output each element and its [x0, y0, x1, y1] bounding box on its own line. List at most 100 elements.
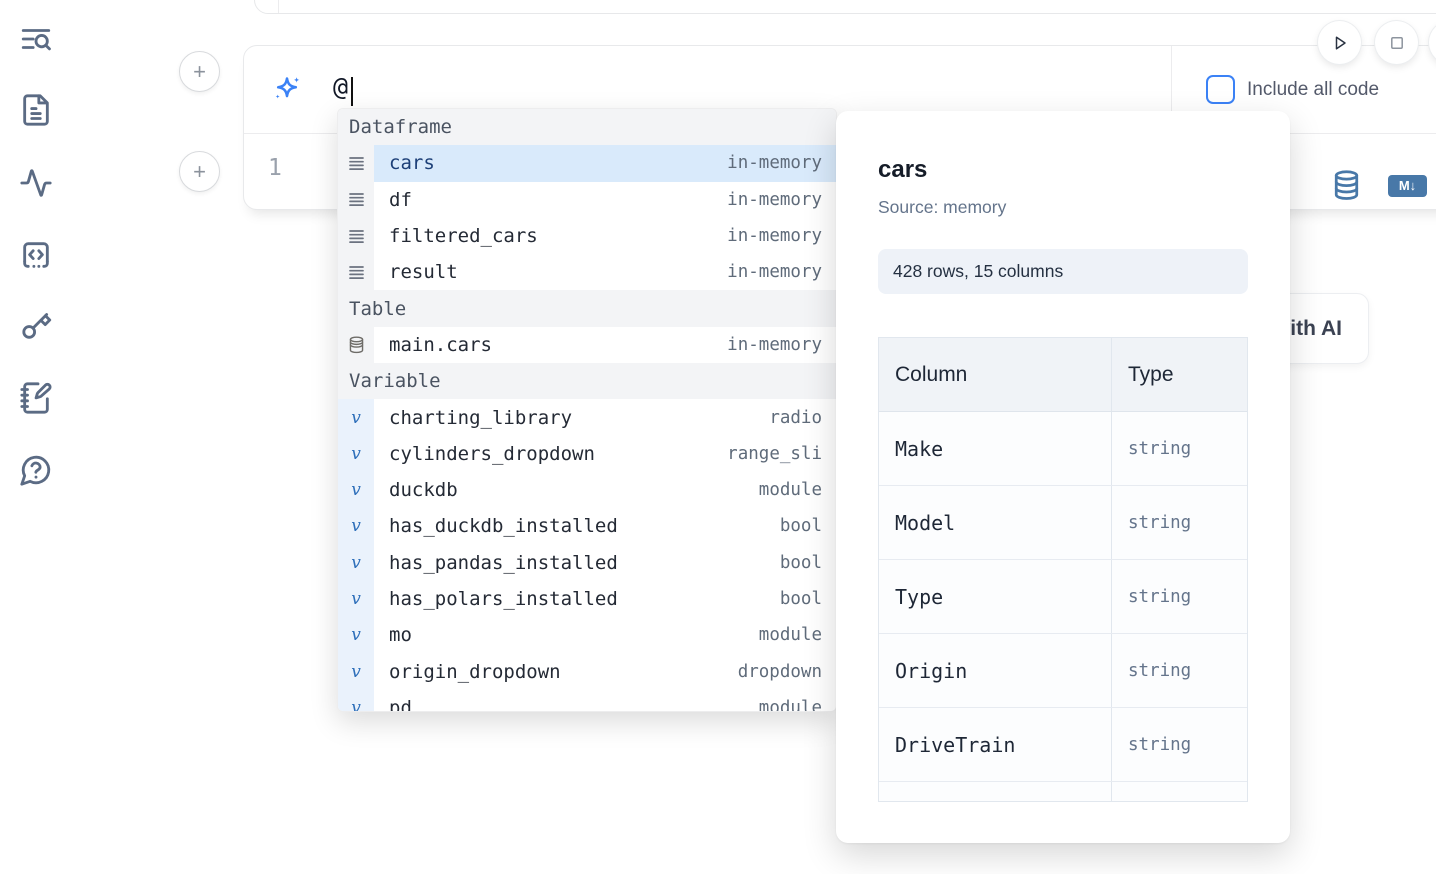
schema-header-column: Column — [879, 338, 1112, 411]
text-cursor — [351, 77, 353, 106]
item-detail: radio — [769, 408, 822, 428]
variable-icon: v — [338, 653, 374, 689]
autocomplete-section-dataframe: Dataframe — [338, 109, 836, 145]
autocomplete-item-has_pandas_installed[interactable]: vhas_pandas_installedbool — [338, 545, 836, 581]
item-detail: in-memory — [727, 153, 822, 173]
dataframe-icon — [338, 218, 374, 254]
item-detail: in-memory — [727, 190, 822, 210]
autocomplete-item-df[interactable]: dfin-memory — [338, 182, 836, 218]
preview-shape-badge: 428 rows, 15 columns — [878, 249, 1248, 294]
item-detail: range_sli — [727, 444, 822, 464]
variable-icon: v — [338, 436, 374, 472]
activity-icon[interactable] — [19, 166, 53, 200]
variable-icon: v — [338, 581, 374, 617]
variable-icon: v — [338, 690, 374, 712]
autocomplete-item-charting_library[interactable]: v charting_libraryradio — [338, 399, 836, 435]
item-name: main.cars — [389, 334, 727, 356]
table-icon — [338, 327, 374, 363]
file-text-icon[interactable] — [19, 93, 53, 127]
markdown-icon[interactable]: M↓ — [1388, 175, 1427, 197]
variable-icon: v — [338, 399, 374, 435]
preview-title: cars — [878, 156, 1248, 184]
item-name: cars — [389, 152, 727, 174]
autocomplete-item-pd[interactable]: vpdmodule — [338, 690, 836, 712]
item-name: cylinders_dropdown — [389, 443, 727, 465]
code-line-number: 1 — [268, 155, 282, 181]
preview-schema-table: ColumnTypeMakestringModelstringTypestrin… — [878, 337, 1248, 802]
dataframe-icon — [338, 254, 374, 290]
left-sidebar — [0, 0, 72, 874]
variable-icon: v — [338, 472, 374, 508]
toc-search-icon[interactable] — [19, 22, 53, 56]
schema-header-type: Type — [1112, 338, 1247, 411]
autocomplete-section-variable: Variable — [338, 363, 836, 399]
autocomplete-item-filtered_cars[interactable]: filtered_carsin-memory — [338, 218, 836, 254]
item-detail: bool — [780, 589, 822, 609]
key-icon[interactable] — [19, 309, 53, 343]
notebook-pen-icon[interactable] — [19, 381, 53, 415]
column-name: Make — [895, 437, 943, 461]
column-type: string — [1128, 735, 1191, 755]
column-name: Model — [895, 511, 955, 535]
column-name: DriveTrain — [895, 733, 1015, 757]
autocomplete-item-cylinders_dropdown[interactable]: v cylinders_dropdownrange_sli — [338, 436, 836, 472]
column-type: string — [1128, 513, 1191, 533]
autocomplete-item-mo[interactable]: vmomodule — [338, 617, 836, 653]
dataframe-icon — [338, 145, 374, 181]
item-name: has_duckdb_installed — [389, 515, 780, 537]
item-detail: dropdown — [738, 662, 822, 682]
column-name: Origin — [895, 659, 967, 683]
schema-row-drivetrain: DriveTrain string — [879, 708, 1247, 782]
dataframe-preview-panel: cars Source: memory 428 rows, 15 columns… — [836, 111, 1290, 843]
item-name: origin_dropdown — [389, 661, 738, 683]
include-all-code-label: Include all code — [1247, 79, 1379, 101]
help-chat-icon[interactable] — [19, 453, 53, 487]
dataframe-icon — [338, 182, 374, 218]
column-type: string — [1128, 587, 1191, 607]
schema-row-type: Type string — [879, 560, 1247, 634]
stop-icon — [1387, 33, 1407, 53]
item-detail: module — [759, 698, 822, 712]
item-detail: in-memory — [727, 226, 822, 246]
schema-row-make: Make string — [879, 412, 1247, 486]
add-cell-button-top[interactable]: + — [179, 51, 220, 92]
variable-icon: v — [338, 545, 374, 581]
stop-button[interactable] — [1375, 21, 1418, 64]
item-detail: in-memory — [727, 262, 822, 282]
variable-icon: v — [338, 617, 374, 653]
database-icon[interactable] — [1332, 170, 1361, 201]
autocomplete-item-duckdb[interactable]: vduckdbmodule — [338, 472, 836, 508]
autocomplete-item-result[interactable]: resultin-memory — [338, 254, 836, 290]
item-name: result — [389, 261, 727, 283]
column-type: string — [1128, 661, 1191, 681]
item-detail: bool — [780, 516, 822, 536]
add-cell-button-bottom[interactable]: + — [179, 151, 220, 192]
item-name: charting_library — [389, 407, 769, 429]
item-name: has_polars_installed — [389, 588, 780, 610]
run-cell-button[interactable] — [1318, 21, 1361, 64]
schema-row-partial — [879, 782, 1247, 802]
schema-header-row: ColumnType — [879, 338, 1247, 412]
cell-gutter-divider — [278, 0, 279, 13]
autocomplete-item-origin_dropdown[interactable]: v origin_dropdowndropdown — [338, 653, 836, 689]
item-name: pd — [389, 697, 759, 712]
autocomplete-item-main.cars[interactable]: main.carsin-memory — [338, 327, 836, 363]
autocomplete-dropdown: Dataframecarsin-memorydfin-memoryfiltere… — [337, 108, 837, 712]
previous-cell-edge — [254, 0, 1436, 14]
column-name: Type — [895, 585, 943, 609]
ai-prompt-input[interactable]: @ — [333, 72, 348, 101]
preview-source: Source: memory — [878, 197, 1248, 218]
include-all-code-toggle[interactable]: Include all code — [1206, 75, 1379, 104]
autocomplete-item-cars[interactable]: carsin-memory — [338, 145, 836, 181]
item-detail: module — [759, 625, 822, 645]
include-all-code-checkbox[interactable] — [1206, 75, 1235, 104]
schema-row-model: Model string — [879, 486, 1247, 560]
autocomplete-section-table: Table — [338, 290, 836, 326]
variable-icon: v — [338, 508, 374, 544]
item-name: has_pandas_installed — [389, 552, 780, 574]
autocomplete-item-has_duckdb_installed[interactable]: v has_duckdb_installedbool — [338, 508, 836, 544]
column-type: string — [1128, 439, 1191, 459]
item-name: df — [389, 189, 727, 211]
code-snippets-icon[interactable] — [19, 238, 53, 272]
autocomplete-item-has_polars_installed[interactable]: v has_polars_installedbool — [338, 581, 836, 617]
